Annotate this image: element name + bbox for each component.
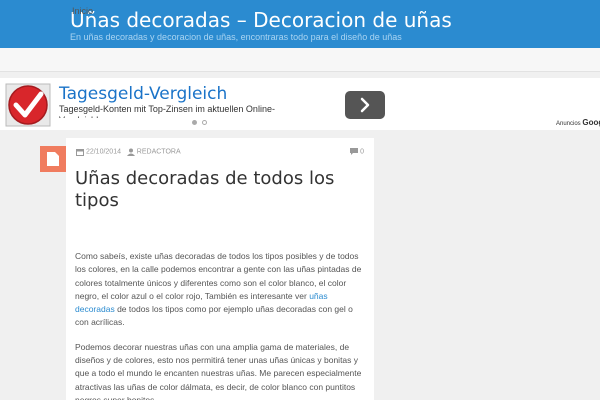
nav-item-inicio[interactable]: Inicio [72,6,93,16]
post-meta: 22/10/2014 REDACTORA [76,148,181,156]
ad-choices-label[interactable]: Anuncios Google [556,118,600,127]
ad-dot-active[interactable] [192,120,197,125]
ad-title[interactable]: Tagesgeld-Vergleich [59,84,227,104]
post-author[interactable]: REDACTORA [137,149,181,156]
ad-pagination [190,119,210,127]
ad-text[interactable]: Tagesgeld-Konten mit Top-Zinsen im aktue… [59,104,279,118]
ad-logo-icon[interactable] [5,83,51,127]
comment-icon [350,148,359,155]
user-icon [126,148,135,156]
post-date[interactable]: 22/10/2014 [86,149,121,156]
post-body: Como sabeís, existe uñas decoradas de to… [75,250,367,400]
main-navigation [0,48,600,72]
calendar-icon [76,149,84,156]
site-description: En uñas decoradas y decoracion de uñas, … [70,32,402,42]
ad-dot[interactable] [202,120,207,125]
comment-count: 0 [360,148,364,156]
post-comments[interactable]: 0 [350,148,364,155]
site-title[interactable]: Uñas decoradas – Decoracion de uñas [70,8,452,32]
post-format-badge [40,146,66,172]
ad-next-button[interactable] [345,91,385,119]
post-title[interactable]: Uñas decoradas de todos los tipos [75,168,365,212]
paragraph-text: de todos los tipos como por ejemplo uñas… [75,304,353,328]
post-paragraph: Podemos decorar nuestras uñas con una am… [75,341,362,400]
chevron-right-icon [360,97,370,113]
post-paragraph: Como sabeís, existe uñas decoradas de to… [75,250,367,330]
document-icon [47,152,59,166]
